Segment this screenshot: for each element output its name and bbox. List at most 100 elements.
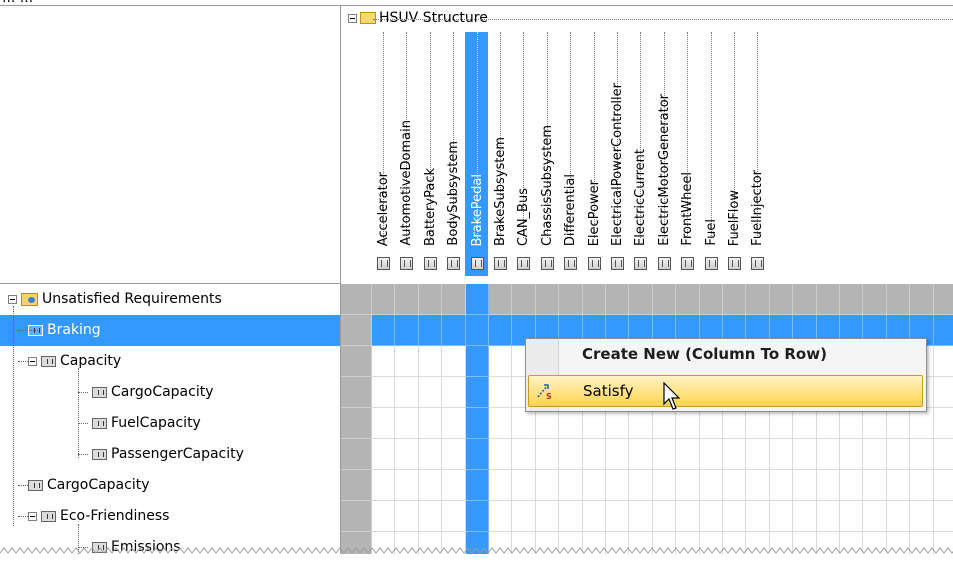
matrix-cell[interactable] [512,284,536,315]
matrix-cell[interactable] [465,470,489,501]
column-header[interactable]: BodySubsystem [441,32,465,276]
matrix-cell[interactable] [933,470,953,501]
matrix-cell[interactable] [840,284,864,315]
column-header[interactable]: AutomotiveDomain [394,32,418,276]
column-header[interactable]: ChassisSubsystem [535,32,559,276]
matrix-cell[interactable] [465,439,489,470]
matrix-cell[interactable] [723,501,747,532]
row-requirement[interactable]: Eco-Friendiness [0,501,340,532]
matrix-cell[interactable] [395,439,419,470]
matrix-cell[interactable] [652,284,677,315]
collapse-icon[interactable] [28,511,37,521]
matrix-cell[interactable] [933,315,953,346]
matrix-cell[interactable] [933,346,953,377]
matrix-cell[interactable] [418,346,443,377]
matrix-cell[interactable] [629,470,653,501]
matrix-cell[interactable] [395,501,419,532]
matrix-cell[interactable] [886,439,911,470]
matrix-cell[interactable] [910,284,934,315]
matrix-cell[interactable] [933,284,953,315]
row-requirement[interactable]: PassengerCapacity [0,439,340,470]
matrix-cell[interactable] [341,284,372,315]
matrix-cell[interactable] [559,501,583,532]
matrix-cell[interactable] [816,408,840,439]
matrix-cell[interactable] [465,501,489,532]
column-header[interactable]: Fuel [699,32,723,276]
matrix-cell[interactable] [699,284,723,315]
matrix-cell[interactable] [676,470,700,501]
matrix-cell[interactable] [840,470,864,501]
matrix-cell[interactable] [418,315,443,346]
matrix-cell[interactable] [769,284,794,315]
dependency-matrix-grid[interactable] [341,284,953,554]
matrix-cell[interactable] [465,346,489,377]
matrix-cell[interactable] [395,408,419,439]
matrix-cell[interactable] [395,346,419,377]
matrix-cell[interactable] [489,439,513,470]
matrix-cell[interactable] [746,439,770,470]
matrix-cell[interactable] [535,439,560,470]
matrix-cell[interactable] [606,408,630,439]
matrix-cell[interactable] [341,501,372,532]
matrix-cell[interactable] [793,408,817,439]
matrix-cell[interactable] [535,470,560,501]
matrix-cell[interactable] [442,377,466,408]
menu-item-satisfy[interactable]: S Satisfy [528,375,923,407]
matrix-cell[interactable] [582,501,606,532]
collapse-icon[interactable] [348,13,357,23]
matrix-cell[interactable] [512,439,536,470]
matrix-cell[interactable] [793,501,817,532]
matrix-cell[interactable] [606,284,630,315]
matrix-cell[interactable] [723,470,747,501]
matrix-cell[interactable] [465,315,489,346]
matrix-cell[interactable] [769,439,794,470]
matrix-cell[interactable] [395,315,419,346]
matrix-cell[interactable] [816,439,840,470]
matrix-cell[interactable] [442,470,466,501]
matrix-cell[interactable] [910,408,934,439]
matrix-cell[interactable] [341,346,372,377]
matrix-cell[interactable] [489,470,513,501]
matrix-cell[interactable] [489,315,513,346]
matrix-cell[interactable] [535,284,560,315]
matrix-cell[interactable] [372,470,396,501]
row-requirement[interactable]: Capacity [0,346,340,377]
matrix-cell[interactable] [863,408,887,439]
matrix-cell[interactable] [489,284,513,315]
column-header[interactable]: BrakePedal [464,32,489,276]
column-header[interactable]: ElecPower [582,32,606,276]
matrix-cell[interactable] [418,284,443,315]
matrix-cell[interactable] [699,439,723,470]
matrix-cell[interactable] [582,439,606,470]
matrix-cell[interactable] [840,439,864,470]
matrix-cell[interactable] [341,470,372,501]
column-header[interactable]: BatteryPack [418,32,442,276]
matrix-cell[interactable] [652,439,677,470]
matrix-cell[interactable] [442,284,466,315]
matrix-cell[interactable] [372,377,396,408]
matrix-cell[interactable] [372,501,396,532]
matrix-cell[interactable] [933,377,953,408]
matrix-cell[interactable] [863,470,887,501]
matrix-cell[interactable] [816,470,840,501]
column-header[interactable]: FuelFlow [722,32,746,276]
matrix-cell[interactable] [341,377,372,408]
collapse-icon[interactable] [8,294,17,304]
matrix-cell[interactable] [863,501,887,532]
matrix-cell[interactable] [512,408,536,439]
matrix-cell[interactable] [723,439,747,470]
matrix-cell[interactable] [395,284,419,315]
matrix-cell[interactable] [582,470,606,501]
matrix-cell[interactable] [559,470,583,501]
column-header[interactable]: FrontWheel [675,32,699,276]
matrix-cell[interactable] [372,439,396,470]
matrix-cell[interactable] [442,346,466,377]
matrix-cell[interactable] [840,501,864,532]
matrix-cell[interactable] [442,408,466,439]
row-requirement[interactable]: Braking [0,315,340,346]
matrix-cell[interactable] [606,439,630,470]
matrix-cell[interactable] [341,439,372,470]
matrix-cell[interactable] [535,408,560,439]
matrix-cell[interactable] [418,377,443,408]
matrix-cell[interactable] [652,501,677,532]
